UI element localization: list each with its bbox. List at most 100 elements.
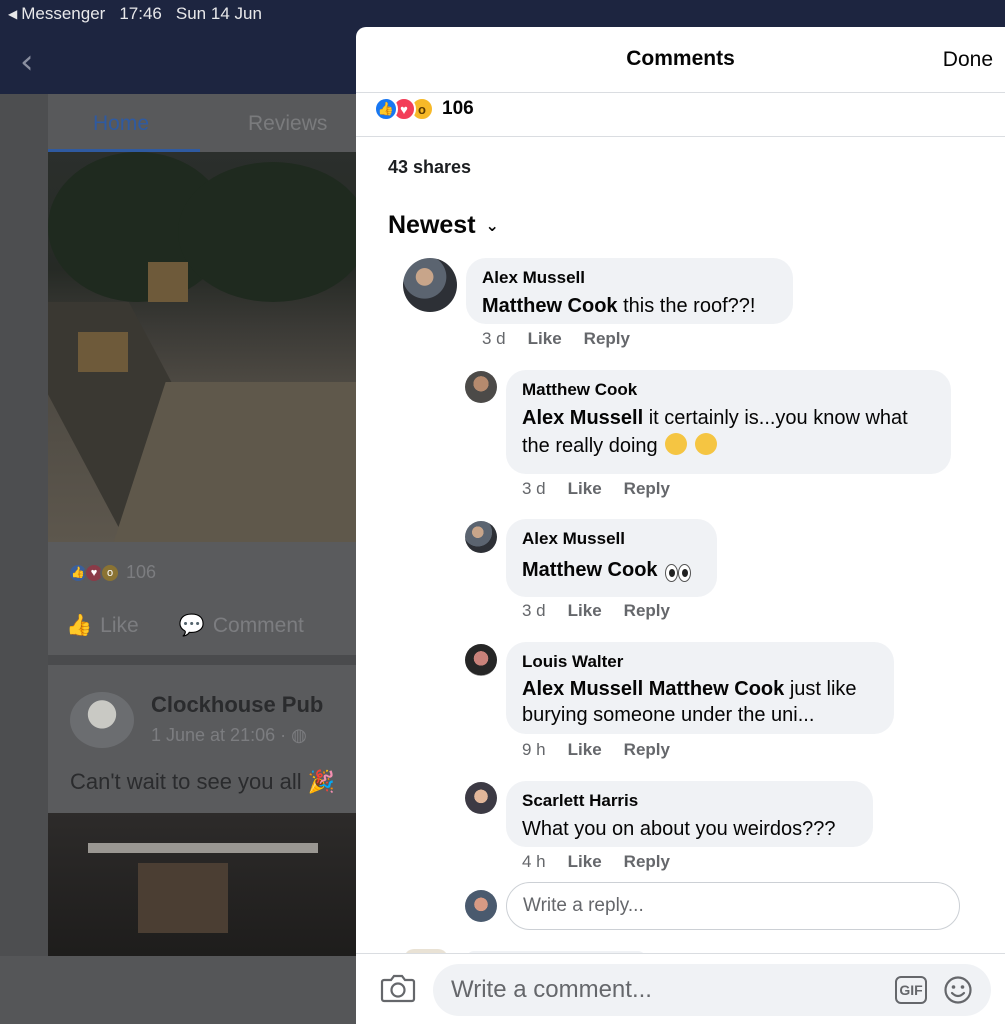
comment-author[interactable]: Alex Mussell: [522, 529, 701, 549]
like-reaction-icon: 👍: [374, 97, 398, 121]
comment-author[interactable]: Louis Walter: [522, 652, 878, 672]
chevron-down-icon: ⌄: [485, 216, 499, 235]
comment-time: 4 h: [522, 852, 546, 871]
shushing-face-icon: [694, 433, 717, 455]
done-button[interactable]: Done: [943, 48, 993, 72]
comment-field: GIF: [433, 964, 991, 1016]
comment-bubble[interactable]: Scarlett Harris What you on about you we…: [506, 781, 873, 847]
comment-text: Matthew Cook this the roof??!: [482, 295, 755, 317]
avatar[interactable]: [403, 258, 457, 312]
background-comment-label: Comment: [212, 614, 304, 637]
comment-bubble[interactable]: Alex Mussell Matthew Cook this the roof?…: [466, 258, 793, 324]
status-time: 17:46: [119, 4, 162, 23]
status-bar: ◀ Messenger 17:46 Sun 14 Jun: [0, 0, 1005, 28]
post-text-content: Can't wait to see you all: [70, 769, 302, 794]
comment-like-button[interactable]: Like: [568, 601, 602, 621]
tab-reviews[interactable]: Reviews: [248, 112, 327, 136]
status-date: Sun 14 Jun: [175, 4, 262, 23]
post-footer: [48, 542, 368, 655]
post-text: Can't wait to see you all 🎉: [70, 769, 335, 795]
avatar[interactable]: [465, 644, 497, 676]
comment-bubble[interactable]: Matthew Cook Alex Mussell it certainly i…: [506, 370, 951, 474]
post-divider: [48, 655, 356, 665]
comments-title: Comments: [626, 47, 735, 70]
back-app-label[interactable]: Messenger: [21, 4, 105, 24]
comment-time: 3 d: [522, 601, 546, 620]
hut-shape: [148, 262, 188, 302]
comment-actions: 3 d Like Reply: [522, 479, 670, 499]
eyes-icon: [665, 556, 695, 582]
avatar[interactable]: [465, 521, 497, 553]
shares-count[interactable]: 43 shares: [388, 157, 471, 178]
mention-link[interactable]: Matthew Cook: [482, 295, 618, 317]
comment-text: Alex Mussell Matthew Cook just like bury…: [522, 678, 857, 726]
post-date: 1 June at 21:06 · ◍: [151, 725, 307, 746]
comment-text: Matthew Cook: [522, 556, 695, 582]
background-bottom-bar: [0, 956, 356, 1024]
comment-actions: 9 h Like Reply: [522, 740, 670, 760]
comments-panel: Comments Done 👍 ♥ o 106 43 shares Newest…: [356, 27, 1005, 1024]
back-triangle-icon[interactable]: ◀: [8, 7, 17, 21]
comment-like-button[interactable]: Like: [568, 852, 602, 872]
page-avatar[interactable]: [70, 692, 134, 748]
comment-text-content: What you on about you weirdos???: [522, 818, 836, 840]
comment-text: Alex Mussell it certainly is...you know …: [522, 407, 908, 457]
tree-shape: [178, 162, 356, 302]
reaction-summary[interactable]: 👍 ♥ o 106: [374, 95, 474, 123]
reply-input[interactable]: [507, 883, 959, 929]
comment-like-button[interactable]: Like: [528, 329, 562, 349]
sort-label: Newest: [388, 211, 476, 239]
comment-like-button[interactable]: Like: [568, 479, 602, 499]
background-reactions[interactable]: 👍 ♥ o 106: [68, 562, 156, 583]
comment-text-content: this the roof??!: [617, 295, 756, 317]
back-chevron-icon[interactable]: ‹: [20, 42, 34, 82]
comment-bubble[interactable]: Alex Mussell Matthew Cook: [506, 519, 717, 597]
comment-reply-button[interactable]: Reply: [624, 601, 670, 621]
comment-reply-button[interactable]: Reply: [624, 852, 670, 872]
avatar[interactable]: [465, 782, 497, 814]
hut-shape: [78, 332, 128, 372]
sort-dropdown[interactable]: Newest ⌄: [388, 211, 499, 240]
background-comment-button[interactable]: 💬 Comment: [179, 614, 304, 638]
gif-button[interactable]: GIF: [895, 976, 927, 1004]
background-reaction-count: 106: [126, 562, 157, 582]
comment-like-button[interactable]: Like: [568, 740, 602, 760]
globe-icon: ◍: [291, 725, 307, 745]
comment-bubble[interactable]: Louis Walter Alex Mussell Matthew Cook j…: [506, 642, 894, 734]
background-like-button[interactable]: 👍 Like: [66, 614, 139, 638]
comment-input[interactable]: [433, 964, 873, 1016]
comment-text: What you on about you weirdos???: [522, 818, 836, 840]
comment-author[interactable]: Scarlett Harris: [522, 791, 857, 811]
comment-composer: GIF: [356, 953, 1005, 1024]
smiley-icon[interactable]: [943, 975, 973, 1005]
current-user-avatar: [465, 890, 497, 922]
page-tabs: Home Reviews: [48, 94, 368, 152]
mention-link[interactable]: Matthew Cook: [522, 559, 658, 581]
comment-actions: 3 d Like Reply: [482, 329, 630, 349]
thumbs-up-icon: 👍: [66, 614, 93, 637]
ceiling-beam-shape: [88, 843, 318, 853]
comment-reply-button[interactable]: Reply: [624, 479, 670, 499]
comment-reply-button[interactable]: Reply: [624, 740, 670, 760]
reaction-count: 106: [442, 98, 474, 119]
post-photo[interactable]: [48, 152, 356, 542]
reply-field[interactable]: [506, 882, 960, 930]
winking-face-icon: [665, 433, 688, 455]
avatar[interactable]: [465, 371, 497, 403]
comment-time: 3 d: [522, 479, 546, 498]
mention-link[interactable]: Alex Mussell: [522, 407, 643, 429]
tab-home[interactable]: Home: [93, 112, 149, 136]
comment-time: 9 h: [522, 740, 546, 759]
background-like-label: Like: [100, 614, 139, 637]
comment-author[interactable]: Matthew Cook: [522, 380, 935, 400]
mention-link[interactable]: Alex Mussell Matthew Cook: [522, 678, 784, 700]
comment-reply-button[interactable]: Reply: [584, 329, 630, 349]
camera-icon[interactable]: [380, 972, 416, 1004]
comment-actions: 4 h Like Reply: [522, 852, 670, 872]
post-author[interactable]: Clockhouse Pub: [151, 692, 323, 718]
comments-header: Comments Done: [356, 27, 1005, 93]
post-photo-2[interactable]: [48, 813, 356, 963]
post-date-text: 1 June at 21:06 ·: [151, 725, 292, 745]
party-popper-icon: 🎉: [307, 769, 336, 794]
comment-author[interactable]: Alex Mussell: [482, 268, 777, 288]
